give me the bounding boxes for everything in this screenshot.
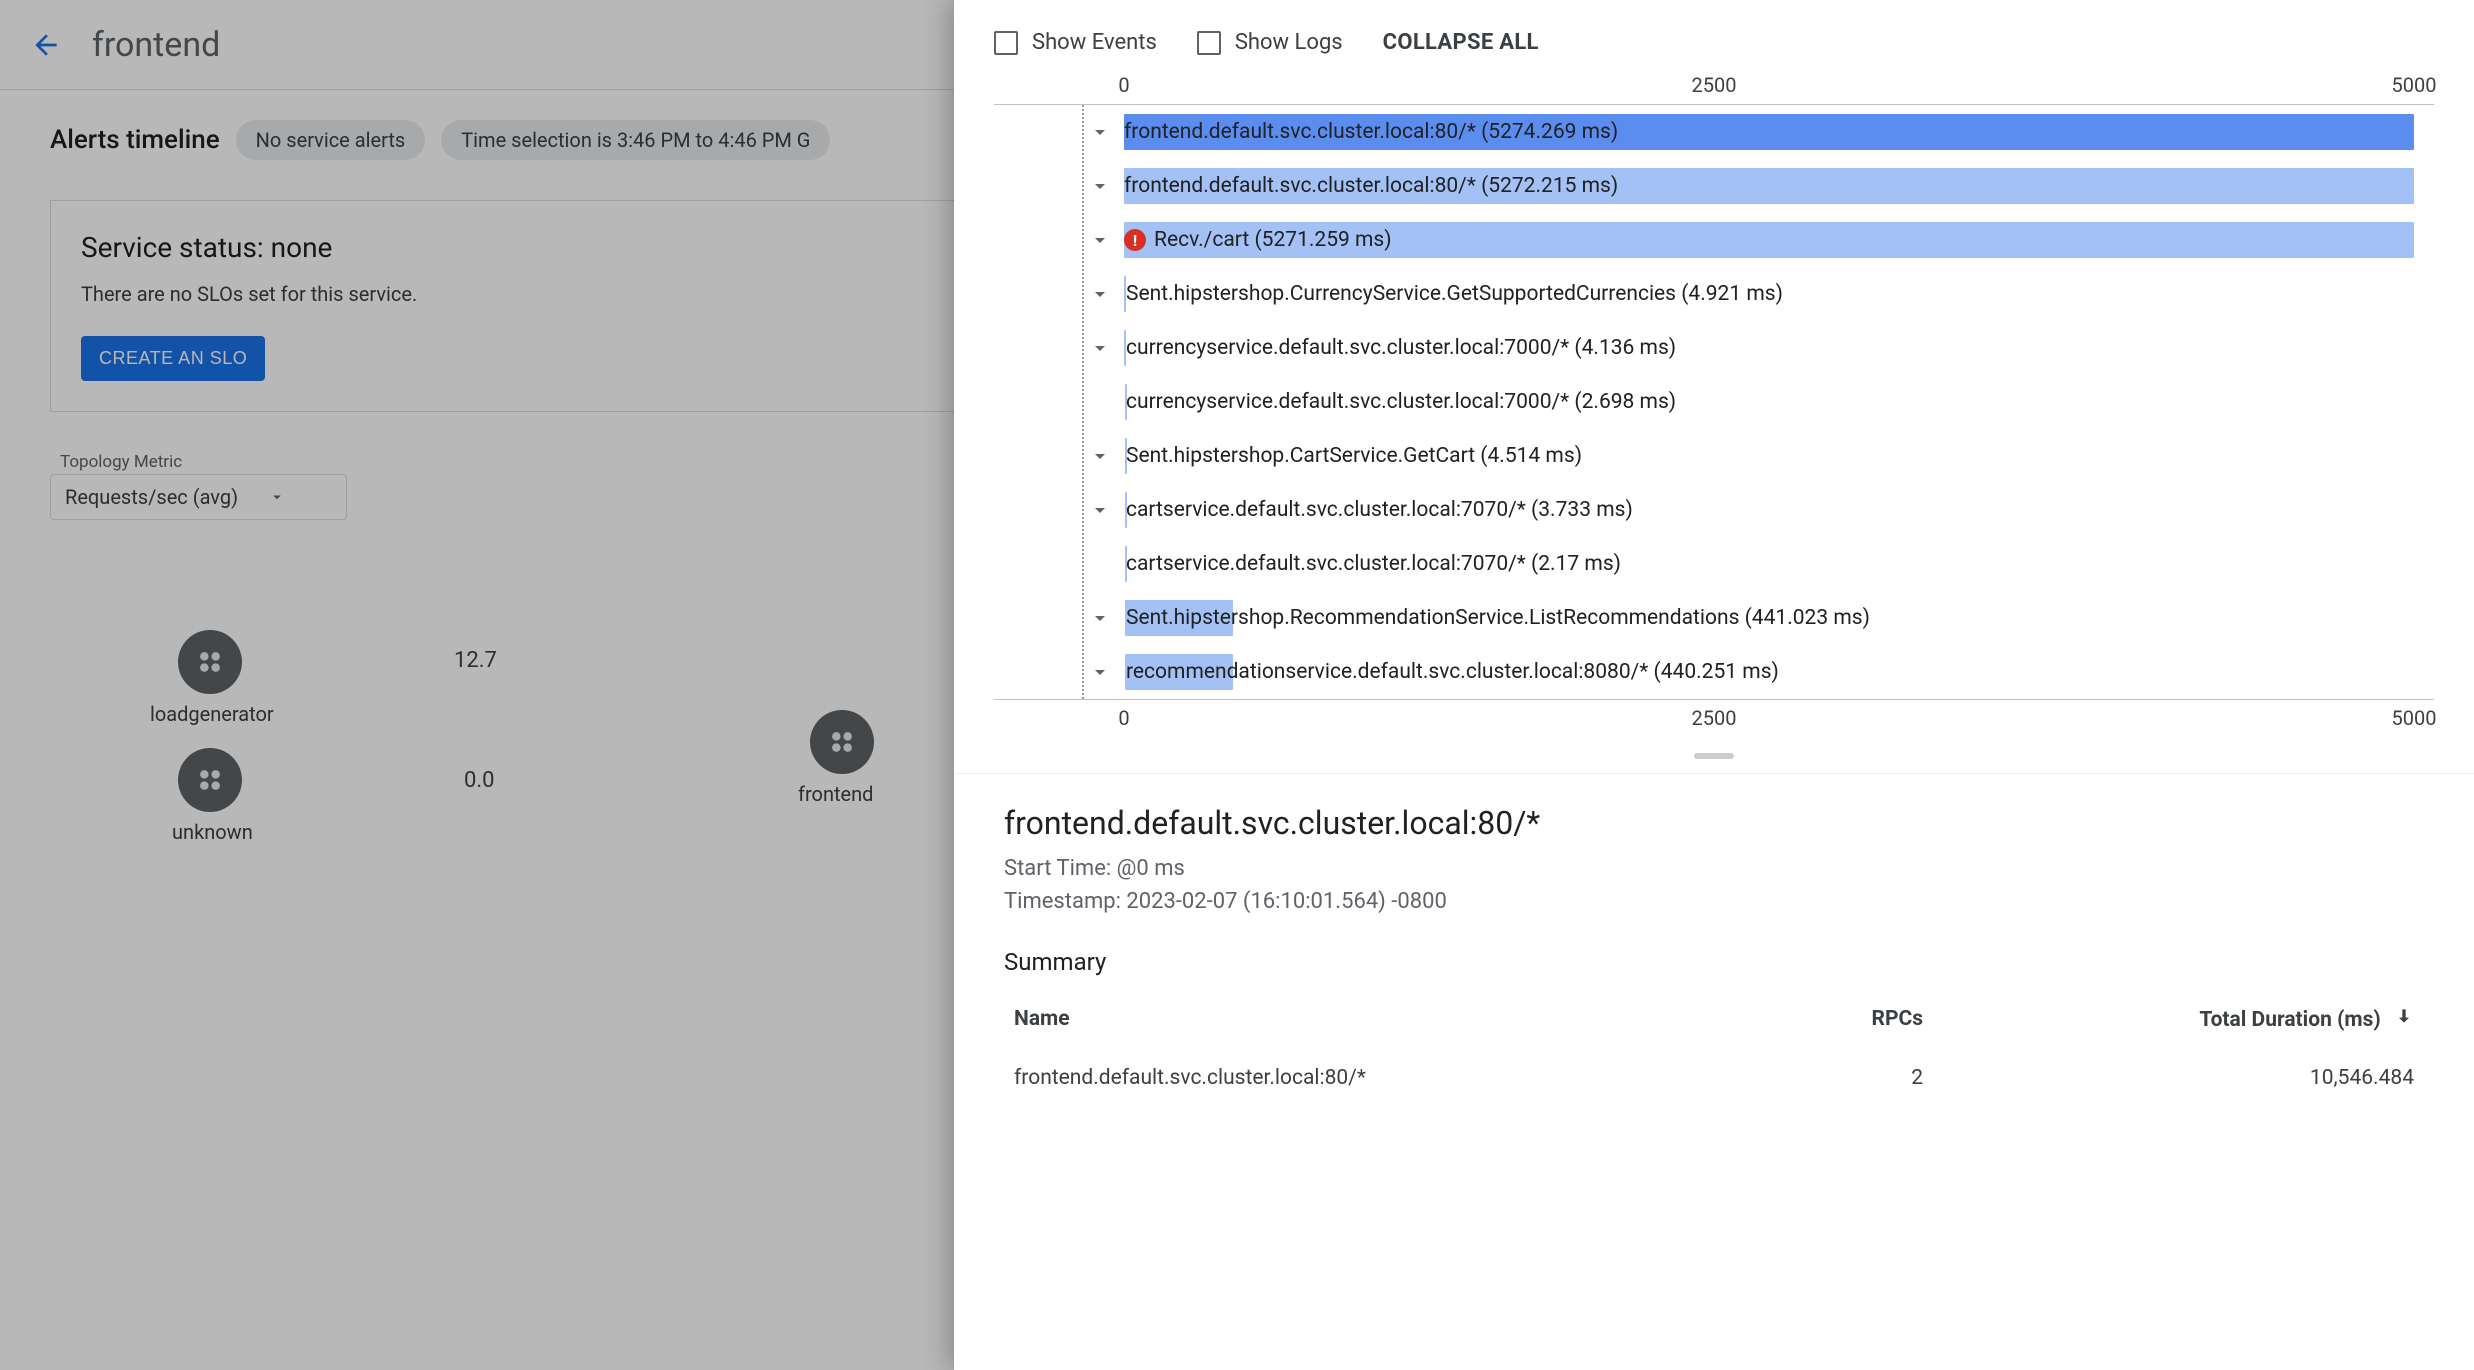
timeline-axis-bottom: 0 2500 5000 — [994, 699, 2434, 739]
span-label: Sent.hipstershop.RecommendationService.L… — [1126, 606, 1870, 630]
chevron-down-icon[interactable] — [1088, 606, 1112, 630]
summary-col-name[interactable]: Name — [1006, 994, 1786, 1054]
chevron-down-icon[interactable] — [1088, 660, 1112, 684]
axis-tick: 5000 — [2392, 706, 2437, 730]
selected-span-title: frontend.default.svc.cluster.local:80/* — [1004, 804, 2424, 842]
chevron-down-icon[interactable] — [1088, 120, 1112, 144]
span-label: ! Recv./cart (5271.259 ms) — [1124, 228, 1392, 252]
span-label-text: Sent.hipstershop.RecommendationService.L… — [1126, 606, 1870, 630]
span-row[interactable]: Sent.hipstershop.CartService.GetCart (4.… — [994, 429, 2434, 483]
span-row[interactable]: currencyservice.default.svc.cluster.loca… — [994, 375, 2434, 429]
show-events-checkbox[interactable]: Show Events — [994, 30, 1157, 55]
summary-heading: Summary — [1004, 948, 2424, 976]
collapse-all-button[interactable]: COLLAPSE ALL — [1383, 30, 1539, 55]
span-label-text: Sent.hipstershop.CartService.GetCart (4.… — [1126, 444, 1582, 468]
span-label-text: currencyservice.default.svc.cluster.loca… — [1126, 390, 1676, 414]
trace-waterfall[interactable]: frontend.default.svc.cluster.local:80/* … — [994, 105, 2434, 699]
span-label: frontend.default.svc.cluster.local:80/* … — [1124, 120, 1618, 144]
summary-col-duration[interactable]: Total Duration (ms) — [1933, 994, 2422, 1054]
span-row[interactable]: cartservice.default.svc.cluster.local:70… — [994, 483, 2434, 537]
show-logs-checkbox[interactable]: Show Logs — [1197, 30, 1343, 55]
span-row[interactable]: ! Recv./cart (5271.259 ms) — [994, 213, 2434, 267]
span-row[interactable]: recommendationservice.default.svc.cluste… — [994, 645, 2434, 699]
span-label-text: Recv./cart (5271.259 ms) — [1154, 228, 1392, 252]
resize-grip[interactable] — [1694, 753, 1734, 759]
sort-descending-icon — [2394, 1006, 2414, 1026]
span-row[interactable]: cartservice.default.svc.cluster.local:70… — [994, 537, 2434, 591]
span-label-text: Sent.hipstershop.CurrencyService.GetSupp… — [1126, 282, 1783, 306]
span-details: frontend.default.svc.cluster.local:80/* … — [954, 773, 2474, 1370]
span-row[interactable]: Sent.hipstershop.RecommendationService.L… — [994, 591, 2434, 645]
axis-tick: 0 — [1118, 73, 1129, 97]
timeline-axis-top: 0 2500 5000 — [994, 65, 2434, 105]
span-label-text: frontend.default.svc.cluster.local:80/* … — [1124, 120, 1618, 144]
chevron-down-icon[interactable] — [1088, 336, 1112, 360]
span-row[interactable]: frontend.default.svc.cluster.local:80/* … — [994, 105, 2434, 159]
selected-span-meta: Start Time: @0 ms Timestamp: 2023-02-07 … — [1004, 852, 2424, 918]
span-row[interactable]: Sent.hipstershop.CurrencyService.GetSupp… — [994, 267, 2434, 321]
span-label: cartservice.default.svc.cluster.local:70… — [1126, 498, 1633, 522]
span-label: Sent.hipstershop.CurrencyService.GetSupp… — [1126, 282, 1783, 306]
chevron-down-icon[interactable] — [1088, 498, 1112, 522]
axis-tick: 0 — [1118, 706, 1129, 730]
summary-table: Name RPCs Total Duration (ms) frontend.d… — [1004, 992, 2424, 1102]
span-label-text: cartservice.default.svc.cluster.local:70… — [1126, 498, 1633, 522]
span-label: currencyservice.default.svc.cluster.loca… — [1126, 390, 1676, 414]
span-label-text: cartservice.default.svc.cluster.local:70… — [1126, 552, 1621, 576]
summary-cell-rpcs: 2 — [1788, 1056, 1931, 1100]
chevron-down-icon[interactable] — [1088, 282, 1112, 306]
span-label: cartservice.default.svc.cluster.local:70… — [1126, 552, 1621, 576]
show-events-label: Show Events — [1032, 30, 1157, 55]
span-row[interactable]: frontend.default.svc.cluster.local:80/* … — [994, 159, 2434, 213]
chevron-down-icon[interactable] — [1088, 174, 1112, 198]
show-logs-label: Show Logs — [1235, 30, 1343, 55]
checkbox-icon — [994, 31, 1018, 55]
span-label-text: frontend.default.svc.cluster.local:80/* … — [1124, 174, 1618, 198]
summary-cell-duration: 10,546.484 — [1933, 1056, 2422, 1100]
span-label: currencyservice.default.svc.cluster.loca… — [1126, 336, 1676, 360]
span-label-text: recommendationservice.default.svc.cluste… — [1126, 660, 1779, 684]
trace-toolbar: Show Events Show Logs COLLAPSE ALL — [954, 0, 2474, 65]
span-label: recommendationservice.default.svc.cluste… — [1126, 660, 1779, 684]
chevron-down-icon[interactable] — [1088, 444, 1112, 468]
axis-tick: 2500 — [1692, 706, 1737, 730]
span-label-text: currencyservice.default.svc.cluster.loca… — [1126, 336, 1676, 360]
span-label: Sent.hipstershop.CartService.GetCart (4.… — [1126, 444, 1582, 468]
axis-tick: 5000 — [2392, 73, 2437, 97]
error-icon: ! — [1124, 229, 1146, 251]
span-label: frontend.default.svc.cluster.local:80/* … — [1124, 174, 1618, 198]
selected-span-start-time: Start Time: @0 ms — [1004, 852, 2424, 885]
chevron-down-icon[interactable] — [1088, 228, 1112, 252]
summary-cell-name: frontend.default.svc.cluster.local:80/* — [1006, 1056, 1786, 1100]
span-row[interactable]: currencyservice.default.svc.cluster.loca… — [994, 321, 2434, 375]
axis-tick: 2500 — [1692, 73, 1737, 97]
table-row[interactable]: frontend.default.svc.cluster.local:80/*2… — [1006, 1056, 2422, 1100]
trace-detail-panel: Show Events Show Logs COLLAPSE ALL 0 250… — [954, 0, 2474, 1370]
selected-span-timestamp: Timestamp: 2023-02-07 (16:10:01.564) -08… — [1004, 885, 2424, 918]
summary-col-rpcs[interactable]: RPCs — [1788, 994, 1931, 1054]
checkbox-icon — [1197, 31, 1221, 55]
